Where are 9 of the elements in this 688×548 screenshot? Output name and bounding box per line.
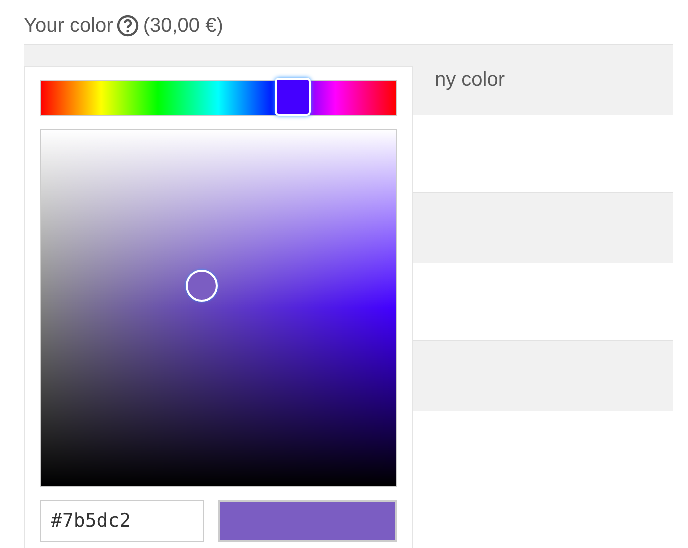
saturation-area[interactable] — [40, 128, 397, 487]
help-icon[interactable] — [117, 15, 140, 37]
field-label: Your color — [24, 14, 114, 38]
hue-slider[interactable] — [40, 80, 397, 116]
option-label: ny color — [435, 68, 506, 92]
picker-handle[interactable] — [186, 270, 218, 302]
hue-thumb[interactable] — [275, 78, 312, 116]
hex-input-field[interactable]: #7b5dc2 — [40, 500, 204, 542]
price-text: (30,00 €) — [143, 14, 224, 38]
